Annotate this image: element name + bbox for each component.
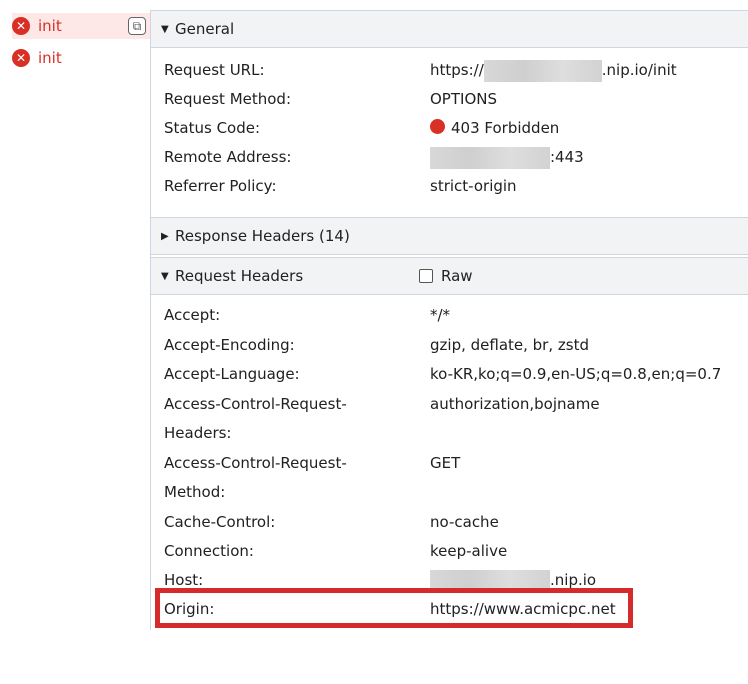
triangle-down-icon: ▼ [161, 270, 169, 282]
request-item-init[interactable]: ✕ init [12, 45, 144, 71]
header-value: GET [430, 454, 461, 472]
header-value: */* [430, 306, 451, 324]
response-headers-section-header[interactable]: ▶ Response Headers (14) [151, 217, 748, 255]
request-url-value: https:// .nip.io/init [430, 55, 677, 85]
header-key-continued: Headers: [164, 424, 232, 442]
response-headers-title: Response Headers (14) [175, 227, 350, 245]
origin-highlight-box [155, 588, 633, 628]
raw-toggle[interactable]: Raw [419, 267, 473, 285]
error-circle-icon: ✕ [12, 49, 30, 67]
status-code-value: 403 Forbidden [430, 113, 559, 143]
header-key-continued: Method: [164, 483, 226, 501]
remote-address-value: :443 [430, 142, 584, 172]
general-key: Request URL: [164, 61, 265, 79]
host-suffix: .nip.io [550, 571, 597, 589]
url-suffix: .nip.io/init [601, 61, 677, 79]
request-name: init [38, 17, 62, 35]
raw-label: Raw [441, 267, 473, 285]
redacted-block [430, 146, 550, 169]
header-key: Accept-Language: [164, 365, 300, 383]
header-key: Connection: [164, 542, 254, 560]
copy-icon[interactable]: ⧉ [128, 17, 146, 35]
redacted-block [483, 59, 602, 82]
header-key: Access-Control-Request- [164, 454, 347, 472]
request-list: ✕ init ⧉ ✕ init [0, 0, 150, 684]
general-key: Referrer Policy: [164, 177, 277, 195]
header-value: gzip, deflate, br, zstd [430, 336, 589, 354]
request-name: init [38, 49, 62, 67]
general-key: Remote Address: [164, 148, 292, 166]
header-value: no-cache [430, 513, 499, 531]
status-dot-icon [430, 119, 445, 134]
request-method-value: OPTIONS [430, 90, 497, 108]
triangle-right-icon: ▶ [161, 230, 169, 242]
general-key: Request Method: [164, 90, 292, 108]
triangle-down-icon: ▼ [161, 23, 169, 35]
header-key: Accept-Encoding: [164, 336, 295, 354]
general-title: General [175, 20, 235, 38]
general-section-header[interactable]: ▼ General [151, 10, 748, 48]
url-prefix: https:// [430, 61, 484, 79]
request-item-init-selected[interactable]: ✕ init ⧉ [12, 13, 150, 39]
header-value: keep-alive [430, 542, 508, 560]
request-headers-section-header[interactable]: ▼ Request Headers Raw [151, 257, 748, 295]
raw-checkbox[interactable] [419, 269, 433, 283]
error-circle-icon: ✕ [12, 17, 30, 35]
request-headers-title: Request Headers [175, 267, 304, 285]
status-text: 403 Forbidden [451, 119, 560, 137]
port-suffix: :443 [550, 148, 584, 166]
header-key: Accept: [164, 306, 221, 324]
referrer-policy-value: strict-origin [430, 177, 517, 195]
header-key: Access-Control-Request- [164, 395, 347, 413]
general-key: Status Code: [164, 119, 261, 137]
headers-panel: ▼ General Request URL: https:// .nip.io/i… [150, 10, 748, 630]
header-value: authorization,bojname [430, 395, 600, 413]
header-value: ko-KR,ko;q=0.9,en-US;q=0.8,en;q=0.7 [430, 365, 722, 383]
header-key: Cache-Control: [164, 513, 276, 531]
